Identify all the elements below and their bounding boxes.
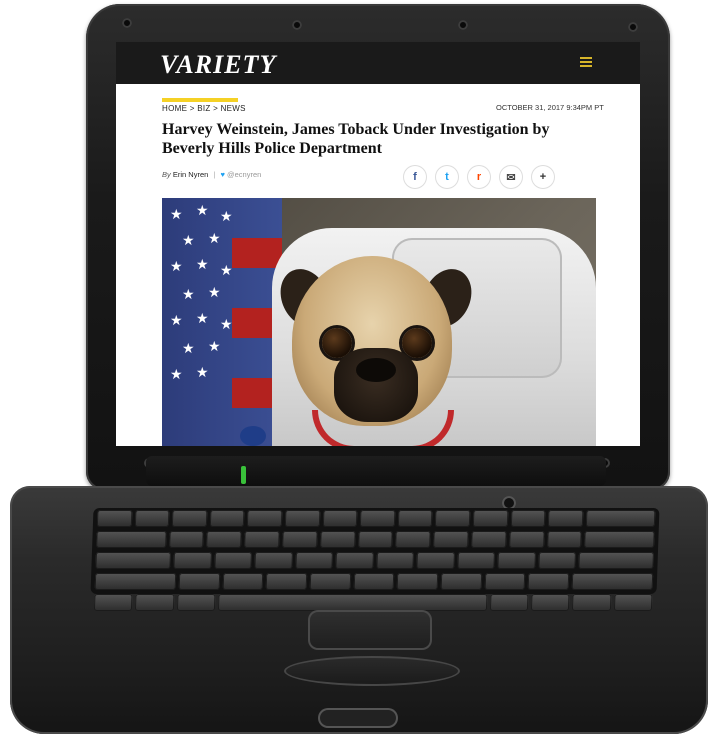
suit-patch	[240, 426, 266, 446]
trackpad[interactable]	[308, 610, 432, 650]
laptop-hinge	[146, 456, 606, 486]
article-headline: Harvey Weinstein, James Toback Under Inv…	[162, 121, 550, 157]
section-accent-bar	[162, 98, 238, 102]
site-header: VARIETY	[116, 42, 640, 84]
twitter-icon[interactable]: t	[436, 166, 458, 188]
article-byline: By Erin Nyren | ♥ @ecnyren	[162, 170, 261, 179]
plus-icon[interactable]: +	[532, 166, 554, 188]
american-flag: ★ ★ ★ ★ ★ ★ ★ ★ ★ ★ ★ ★ ★ ★ ★ ★ ★	[162, 198, 282, 446]
byline-prefix: By	[162, 170, 171, 179]
author-twitter-handle[interactable]: @ecnyren	[227, 170, 261, 179]
suit-collar	[312, 410, 454, 446]
facebook-icon[interactable]: f	[404, 166, 426, 188]
lid-latch	[318, 708, 398, 728]
article-hero-image: ★ ★ ★ ★ ★ ★ ★ ★ ★ ★ ★ ★ ★ ★ ★ ★ ★	[162, 198, 596, 446]
breadcrumb[interactable]: HOME > BIZ > NEWS	[162, 104, 246, 113]
pug-nose	[356, 358, 396, 382]
article-date: OCTOBER 31, 2017 9:34PM PT	[496, 103, 604, 112]
screw-icon	[458, 20, 468, 30]
power-led	[241, 466, 246, 484]
laptop-screen: VARIETY HOME > BIZ > NEWS OCTOBER 31, 20…	[116, 42, 640, 446]
byline-separator: |	[213, 170, 216, 179]
hamburger-menu-icon[interactable]	[580, 57, 592, 67]
site-logo[interactable]: VARIETY	[160, 50, 276, 80]
author-link[interactable]: Erin Nyren	[173, 170, 208, 179]
trackpad-button[interactable]	[284, 656, 460, 686]
screw-icon	[122, 18, 132, 28]
pug-eye	[402, 328, 432, 358]
screw-icon	[292, 20, 302, 30]
screw-icon	[628, 22, 638, 32]
keyboard[interactable]	[90, 508, 660, 611]
twitter-bird-icon: ♥	[220, 170, 225, 179]
email-icon[interactable]: ✉	[500, 166, 522, 188]
reddit-icon[interactable]: r	[468, 166, 490, 188]
